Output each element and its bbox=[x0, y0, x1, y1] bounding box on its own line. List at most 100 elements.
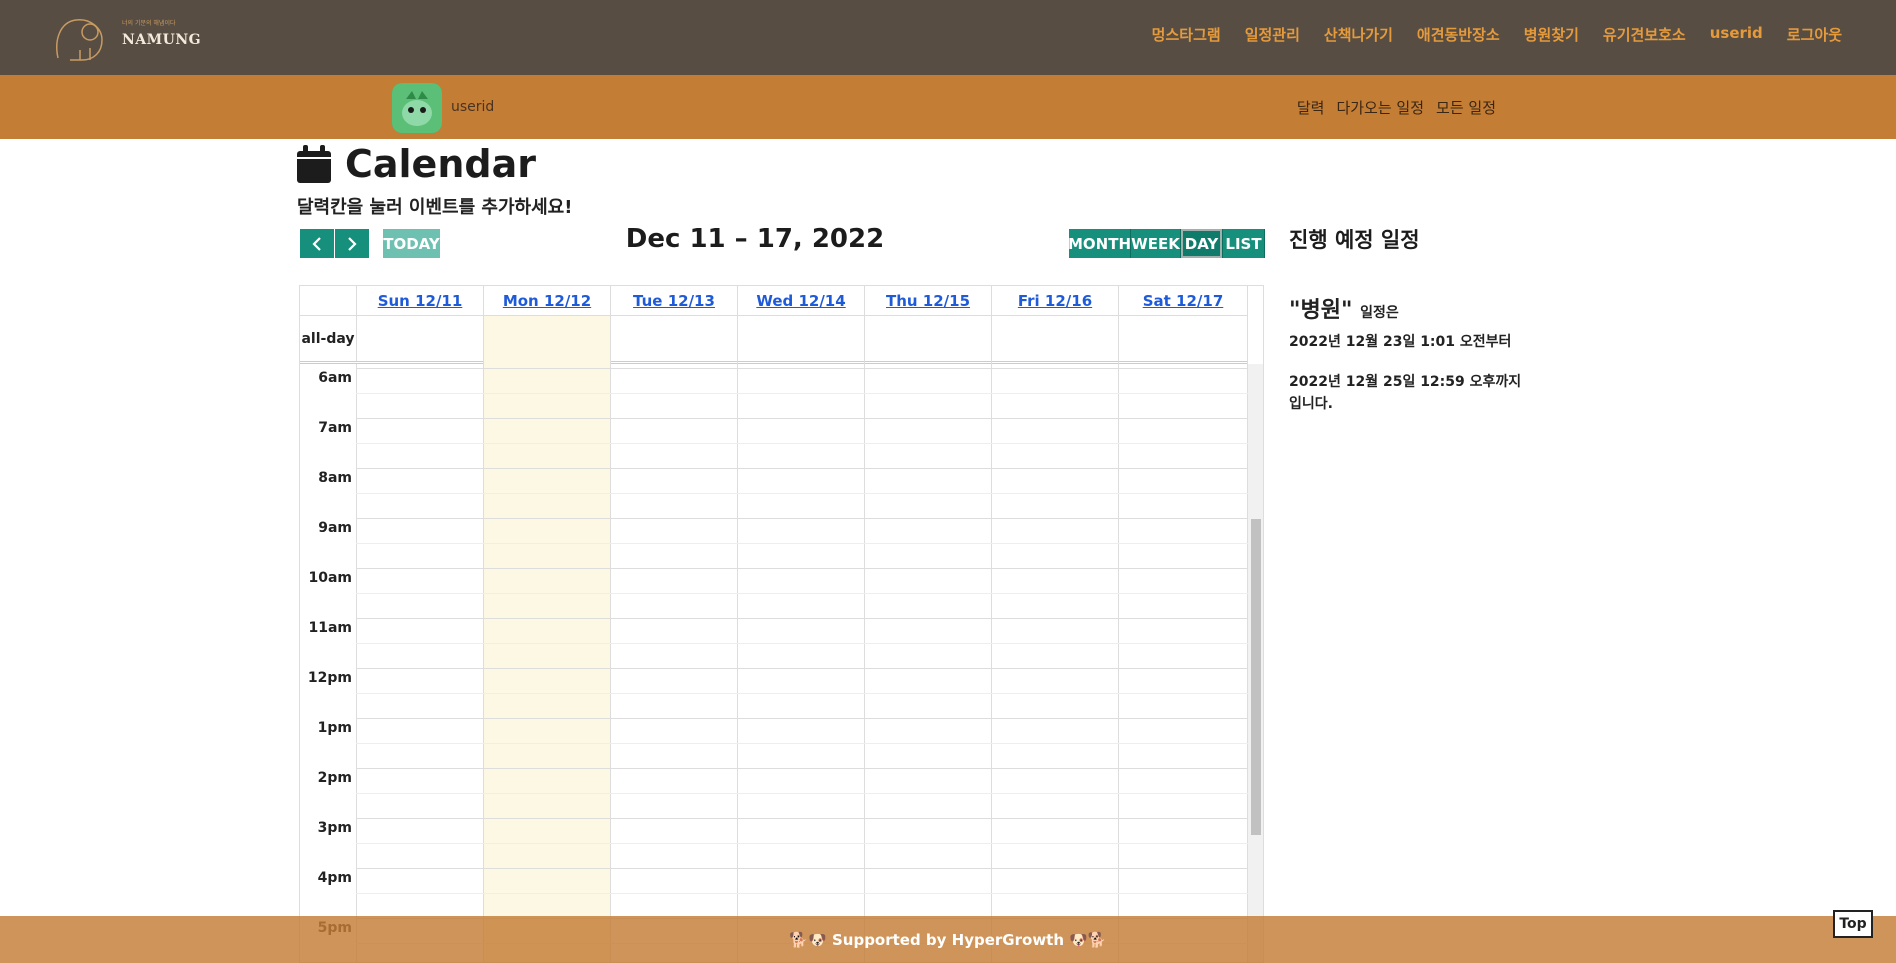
logo-tagline: 너의 기분의 해냄이다 bbox=[122, 20, 176, 27]
day-column[interactable] bbox=[484, 316, 611, 962]
day-header-sat[interactable]: Sat 12/17 bbox=[1119, 286, 1248, 316]
day-link-sat[interactable]: Sat 12/17 bbox=[1143, 292, 1224, 310]
namung-logo[interactable]: 너의 기분의 해냄이다 NAMUNG bbox=[50, 10, 212, 65]
time-label: 3pm bbox=[317, 820, 352, 836]
next-button[interactable] bbox=[335, 229, 369, 258]
upcoming-heading: 진행 예정 일정 bbox=[1289, 228, 1420, 252]
time-label: 11am bbox=[308, 620, 352, 636]
today-button[interactable]: TODAY bbox=[383, 229, 440, 258]
day-link-mon[interactable]: Mon 12/12 bbox=[503, 292, 591, 310]
nav-walk[interactable]: 산책나가기 bbox=[1324, 24, 1393, 45]
hour-line bbox=[356, 518, 1248, 519]
day-column[interactable] bbox=[992, 316, 1119, 962]
day-header-tue[interactable]: Tue 12/13 bbox=[611, 286, 738, 316]
time-label: 1pm bbox=[317, 720, 352, 736]
footer-text: Supported by HyperGrowth bbox=[831, 930, 1065, 949]
event-tail: 입니다. bbox=[1289, 396, 1333, 412]
day-link-sun[interactable]: Sun 12/11 bbox=[378, 292, 463, 310]
time-label: 8am bbox=[318, 470, 352, 486]
page-title: Calendar bbox=[345, 142, 536, 186]
hour-line bbox=[356, 818, 1248, 819]
day-header-sun[interactable]: Sun 12/11 bbox=[357, 286, 484, 316]
day-column[interactable] bbox=[738, 316, 865, 962]
add-event-hint: 달력칸을 눌러 이벤트를 추가하세요! bbox=[297, 197, 573, 218]
calendar-heading: Calendar bbox=[297, 142, 536, 186]
prev-button[interactable] bbox=[300, 229, 334, 258]
scrollbar-thumb[interactable] bbox=[1251, 519, 1261, 835]
nav-userid[interactable]: userid bbox=[1710, 24, 1763, 45]
day-link-fri[interactable]: Fri 12/16 bbox=[1018, 292, 1092, 310]
view-month-button[interactable]: MONTH bbox=[1068, 229, 1131, 258]
day-header-wed[interactable]: Wed 12/14 bbox=[738, 286, 865, 316]
hour-line bbox=[356, 568, 1248, 569]
grid-scrollbar[interactable] bbox=[1248, 364, 1263, 962]
footer: 🐕🐶 Supported by HyperGrowth 🐶🐕 bbox=[0, 916, 1896, 963]
half-hour-line bbox=[356, 843, 1248, 844]
avatar-character-icon bbox=[392, 83, 442, 133]
top-navbar: 너의 기분의 해냄이다 NAMUNG 멍스타그램 일정관리 산책나가기 애견동반… bbox=[0, 0, 1896, 75]
view-day-button[interactable]: DAY bbox=[1181, 229, 1223, 258]
half-hour-line bbox=[356, 793, 1248, 794]
dog-emoji-icon: 🐕🐶 bbox=[789, 930, 832, 949]
upcoming-sidebar: 진행 예정 일정 "병원" 일정은 2022년 12월 23일 1:01 오전부… bbox=[1289, 224, 1589, 414]
subnav-upcoming-link[interactable]: 다가오는 일정 bbox=[1336, 97, 1424, 118]
day-column[interactable] bbox=[1119, 316, 1248, 962]
subnav-calendar-link[interactable]: 달력 bbox=[1297, 97, 1325, 118]
hour-line bbox=[356, 618, 1248, 619]
nav-hospital[interactable]: 병원찾기 bbox=[1524, 24, 1579, 45]
event-end: 2022년 12월 25일 12:59 오후까지 bbox=[1289, 374, 1522, 390]
day-header-thu[interactable]: Thu 12/15 bbox=[865, 286, 992, 316]
nav-logout[interactable]: 로그아웃 bbox=[1787, 24, 1842, 45]
hour-line bbox=[356, 368, 1248, 369]
main-nav: 멍스타그램 일정관리 산책나가기 애견동반장소 병원찾기 유기견보호소 user… bbox=[1152, 24, 1842, 45]
time-label: 10am bbox=[308, 570, 352, 586]
avatar[interactable] bbox=[392, 83, 442, 133]
view-switcher: MONTH WEEK DAY LIST bbox=[1068, 229, 1265, 258]
day-header-mon[interactable]: Mon 12/12 bbox=[484, 286, 611, 316]
day-header-fri[interactable]: Fri 12/16 bbox=[992, 286, 1119, 316]
time-label: 4pm bbox=[317, 870, 352, 886]
corner-cell bbox=[300, 286, 357, 316]
week-grid: Sun 12/11 Mon 12/12 Tue 12/13 Wed 12/14 … bbox=[299, 285, 1264, 963]
nav-instagram[interactable]: 멍스타그램 bbox=[1152, 24, 1221, 45]
scroll-top-button[interactable]: Top bbox=[1833, 910, 1873, 938]
subnav-username[interactable]: userid bbox=[451, 99, 494, 115]
nav-schedule[interactable]: 일정관리 bbox=[1245, 24, 1300, 45]
time-label: 7am bbox=[318, 420, 352, 436]
dog-emoji-icon-right: 🐶🐕 bbox=[1064, 930, 1107, 949]
half-hour-line bbox=[356, 493, 1248, 494]
half-hour-line bbox=[356, 643, 1248, 644]
date-range-title: Dec 11 – 17, 2022 bbox=[625, 224, 885, 254]
half-hour-line bbox=[356, 443, 1248, 444]
calendar-icon bbox=[297, 145, 331, 183]
event-name: "병원" bbox=[1289, 298, 1353, 323]
event-title: "병원" 일정은 bbox=[1289, 292, 1589, 324]
hour-line bbox=[356, 668, 1248, 669]
day-column[interactable] bbox=[611, 316, 738, 962]
half-hour-line bbox=[356, 593, 1248, 594]
nav-pet-places[interactable]: 애견동반장소 bbox=[1417, 24, 1500, 45]
allday-label: all-day bbox=[300, 316, 357, 361]
day-column[interactable] bbox=[865, 316, 992, 962]
time-label: 9am bbox=[318, 520, 352, 536]
chevron-left-icon bbox=[312, 236, 321, 251]
subnav-links: 달력 다가오는 일정 모든 일정 bbox=[1297, 97, 1496, 118]
dog-logo-icon bbox=[56, 19, 103, 61]
hour-line bbox=[356, 418, 1248, 419]
hour-line bbox=[356, 868, 1248, 869]
subnav-all-link[interactable]: 모든 일정 bbox=[1436, 97, 1496, 118]
half-hour-line bbox=[356, 543, 1248, 544]
day-column[interactable] bbox=[357, 316, 484, 962]
view-week-button[interactable]: WEEK bbox=[1131, 229, 1181, 258]
day-link-wed[interactable]: Wed 12/14 bbox=[756, 292, 845, 310]
event-suffix: 일정은 bbox=[1360, 305, 1399, 321]
nav-shelter[interactable]: 유기견보호소 bbox=[1603, 24, 1686, 45]
view-list-button[interactable]: LIST bbox=[1223, 229, 1265, 258]
hour-line bbox=[356, 768, 1248, 769]
day-link-thu[interactable]: Thu 12/15 bbox=[886, 292, 970, 310]
day-link-tue[interactable]: Tue 12/13 bbox=[633, 292, 715, 310]
time-label: 12pm bbox=[307, 670, 352, 686]
hour-line bbox=[356, 468, 1248, 469]
chevron-right-icon bbox=[348, 236, 357, 251]
sub-navbar: userid 달력 다가오는 일정 모든 일정 bbox=[0, 75, 1896, 139]
